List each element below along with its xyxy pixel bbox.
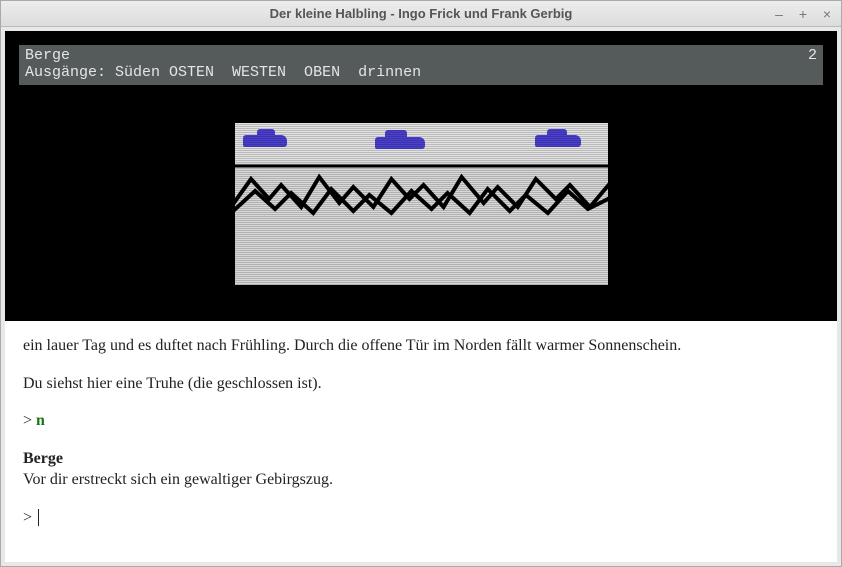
location-description: Vor dir erstreckt sich ein gewaltiger Ge… <box>23 471 333 488</box>
content-area: Berge 2 Ausgänge: Süden OSTEN WESTEN OBE… <box>5 31 837 562</box>
status-location: Berge <box>25 47 70 64</box>
status-score: 2 <box>808 47 817 64</box>
window-controls: – + × <box>771 6 835 22</box>
previous-prompt: > n <box>23 410 819 432</box>
illustration-container <box>19 85 823 311</box>
game-graphics-panel: Berge 2 Ausgänge: Süden OSTEN WESTEN OBE… <box>5 31 837 321</box>
cloud-icon <box>375 137 425 149</box>
close-icon[interactable]: × <box>819 6 835 22</box>
cloud-icon <box>243 135 287 147</box>
window-title: Der kleine Halbling - Ingo Frick und Fra… <box>270 6 573 21</box>
scene-illustration <box>231 119 611 289</box>
current-prompt[interactable]: > <box>23 507 819 529</box>
story-paragraph: Du siehst hier eine Truhe (die geschloss… <box>23 373 819 395</box>
cloud-icon <box>535 135 581 147</box>
mountain-range-icon <box>231 163 611 219</box>
status-bar: Berge 2 Ausgänge: Süden OSTEN WESTEN OBE… <box>19 45 823 85</box>
ground-region <box>235 219 608 285</box>
location-block: Berge Vor dir erstreckt sich ein gewalti… <box>23 448 819 491</box>
text-cursor <box>38 509 39 526</box>
story-text-area[interactable]: ein lauer Tag und es duftet nach Frühlin… <box>5 321 837 562</box>
prompt-symbol: > <box>23 509 32 526</box>
entered-command: n <box>36 412 45 429</box>
maximize-icon[interactable]: + <box>795 6 811 22</box>
minimize-icon[interactable]: – <box>771 6 787 22</box>
prompt-symbol: > <box>23 412 32 429</box>
titlebar[interactable]: Der kleine Halbling - Ingo Frick und Fra… <box>1 1 841 27</box>
location-heading: Berge <box>23 450 63 467</box>
app-window: Der kleine Halbling - Ingo Frick und Fra… <box>0 0 842 567</box>
story-paragraph: ein lauer Tag und es duftet nach Frühlin… <box>23 335 819 357</box>
status-exits: Ausgänge: Süden OSTEN WESTEN OBEN drinne… <box>25 64 817 81</box>
